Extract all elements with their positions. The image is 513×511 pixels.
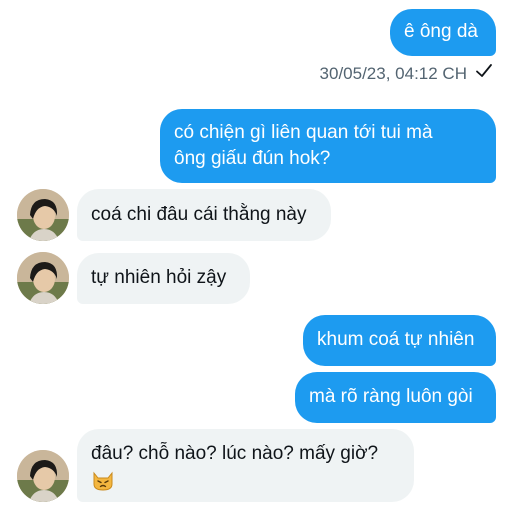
outgoing-message[interactable]: mà rõ ràng luôn gòi [295,372,496,423]
timestamp: 30/05/23, 04:12 CH [319,63,467,83]
incoming-message[interactable]: tự nhiên hỏi zậy [77,253,250,304]
outgoing-message[interactable]: có chiện gì liên quan tới tui mà ông giấ… [160,109,496,183]
message-text-line: có chiện gì liên quan tới tui mà [174,122,433,143]
message-text: mà rõ ràng luôn gòi [309,386,473,407]
message-text: khum coá tự nhiên [317,329,475,350]
message-text: coá chi đâu cái thằng này [91,204,307,225]
message-text-line: ông giấu đún hok? [174,148,331,169]
message-text: ê ông dà [404,21,478,42]
message-status: 30/05/23, 04:12 CH [320,63,493,84]
incoming-message[interactable]: coá chi đâu cái thằng này [77,189,331,241]
avatar-image [17,189,69,241]
avatar-image [17,450,69,502]
cat-emoji [91,469,115,491]
message-text: tự nhiên hỏi zậy [91,267,227,288]
outgoing-message[interactable]: ê ông dà [390,9,496,56]
avatar[interactable] [17,450,69,502]
avatar-image [17,252,69,304]
message-text: đâu? chỗ nào? lúc nào? mấy giờ? [91,443,379,464]
avatar[interactable] [17,252,69,304]
check-icon [475,63,493,84]
avatar[interactable] [17,189,69,241]
incoming-message[interactable]: đâu? chỗ nào? lúc nào? mấy giờ? [77,429,414,502]
outgoing-message[interactable]: khum coá tự nhiên [303,315,496,366]
